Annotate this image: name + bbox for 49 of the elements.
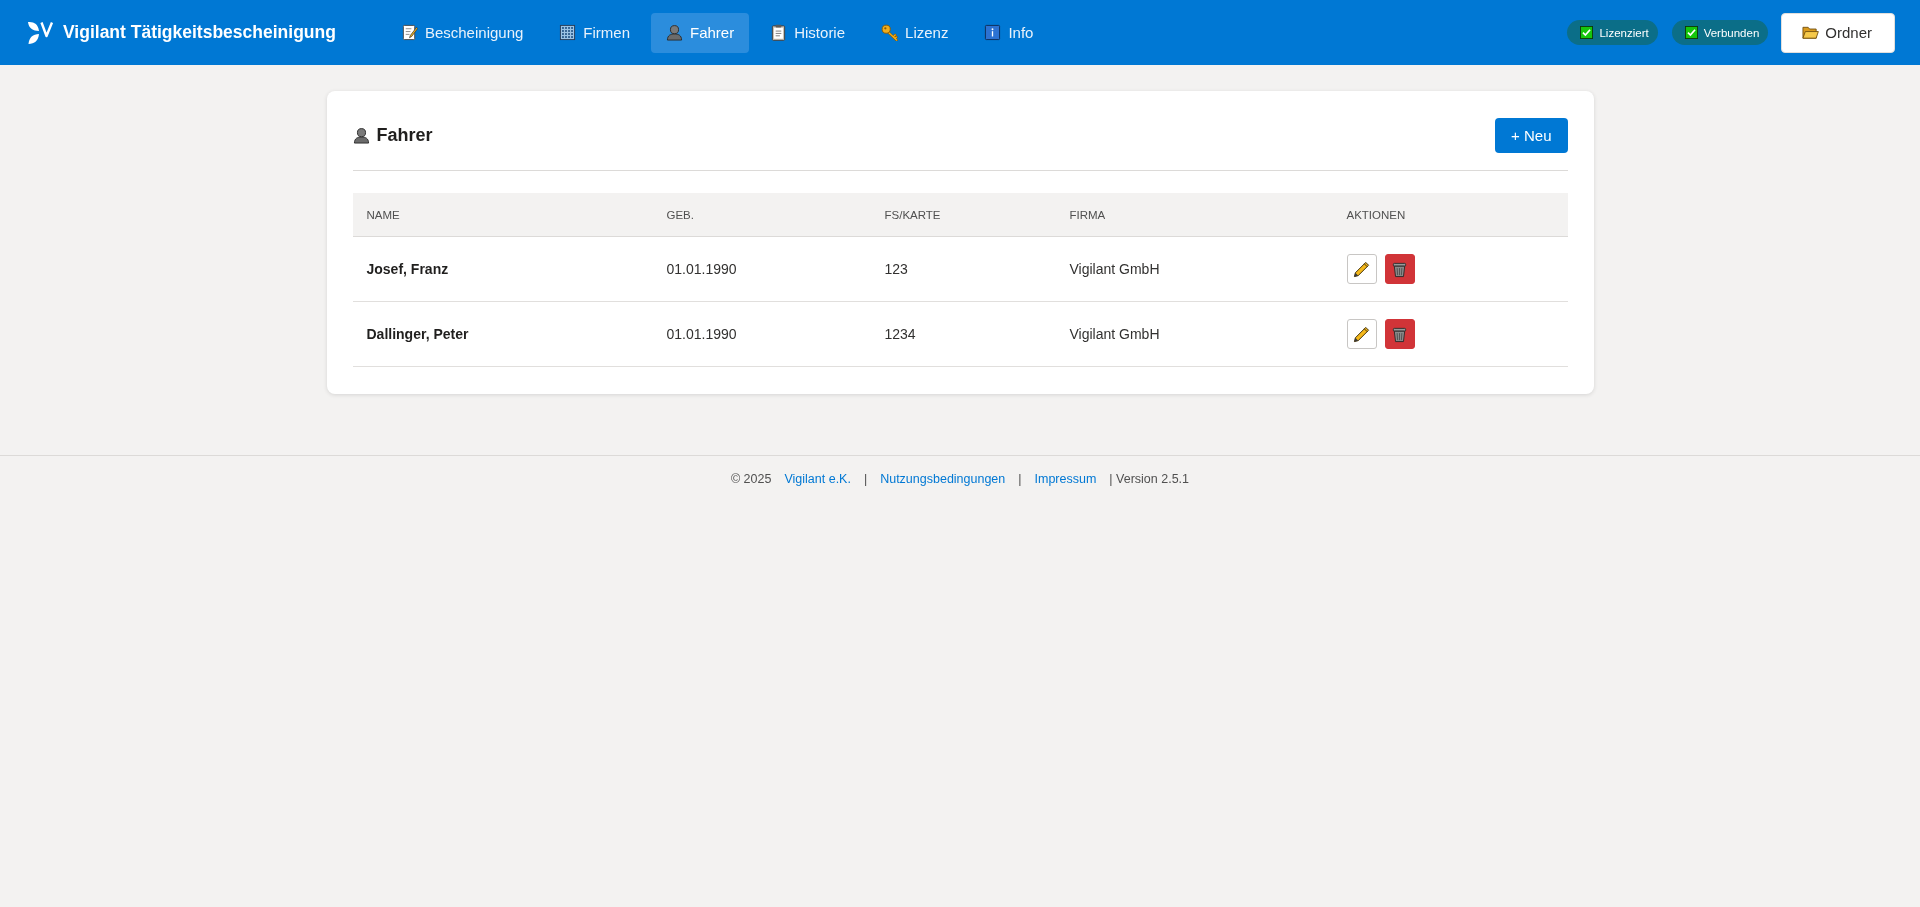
nav-tab[interactable]: Lizenz <box>866 12 964 53</box>
column-header: NAME <box>352 193 653 237</box>
footer-separator: | <box>1018 472 1022 486</box>
delete-button[interactable] <box>1384 254 1415 284</box>
clipboard-icon <box>770 24 788 41</box>
driver-name: Dallinger, Peter <box>366 326 469 342</box>
key-icon <box>881 24 899 41</box>
table-cell: Vigilant GmbH <box>1069 326 1160 342</box>
trash-icon <box>1391 325 1408 343</box>
logo-icon <box>27 20 53 45</box>
column-header: FIRMA <box>1055 193 1333 237</box>
footer-link[interactable]: Impressum <box>1034 472 1097 486</box>
footer-link[interactable]: Nutzungsbedingungen <box>880 472 1006 486</box>
new-button[interactable]: + Neu <box>1495 118 1568 153</box>
nav-tab[interactable]: Bescheinigung <box>385 12 539 53</box>
trash-icon <box>1391 260 1408 278</box>
status-label: Verbunden <box>1703 26 1760 39</box>
card-title: Fahrer <box>376 125 433 146</box>
nav-tab[interactable]: Fahrer <box>651 12 750 53</box>
column-header: AKTIONEN <box>1332 193 1568 237</box>
edit-button[interactable] <box>1346 254 1377 284</box>
person-icon <box>666 24 683 41</box>
delete-button[interactable] <box>1384 319 1415 349</box>
nav-tab[interactable]: Info <box>969 12 1049 53</box>
table-cell: 01.01.1990 <box>666 261 737 277</box>
nav-tab[interactable]: Historie <box>755 12 861 53</box>
table-cell: 123 <box>884 261 908 277</box>
building-icon <box>559 24 577 41</box>
pencil-icon <box>1353 260 1370 278</box>
table-cell: Vigilant GmbH <box>1069 261 1160 277</box>
driver-name: Josef, Franz <box>366 261 449 277</box>
document-icon <box>400 24 418 41</box>
table-cell: 01.01.1990 <box>666 326 737 342</box>
app-title: Vigilant Tätigkeitsbescheinigung <box>63 22 336 43</box>
folder-button[interactable]: Ordner <box>1781 12 1895 53</box>
table-cell: 1234 <box>884 326 916 342</box>
column-header: FS/KARTE <box>870 193 1056 237</box>
footer-text: | Version 2.5.1 <box>1109 472 1190 486</box>
pencil-icon <box>1353 325 1370 343</box>
nav-tab[interactable]: Firmen <box>544 12 645 53</box>
folder-icon <box>1802 24 1820 41</box>
footer-separator: | <box>863 472 868 486</box>
person-icon <box>352 127 370 144</box>
edit-button[interactable] <box>1346 319 1377 349</box>
column-header: GEB. <box>652 193 871 237</box>
info-icon <box>984 24 1002 41</box>
status-label: Lizenziert <box>1599 26 1649 39</box>
footer-text: © 2025 <box>730 472 772 486</box>
footer-link[interactable]: Vigilant e.K. <box>784 472 851 486</box>
